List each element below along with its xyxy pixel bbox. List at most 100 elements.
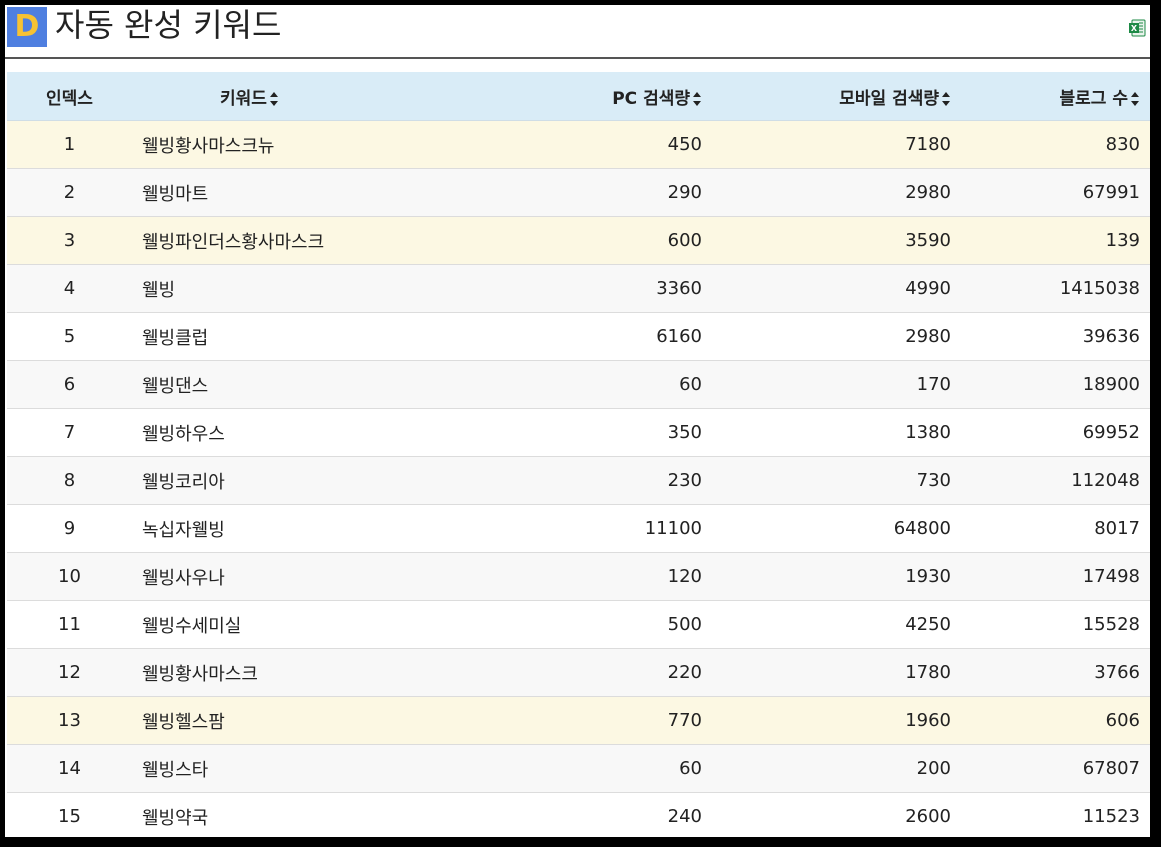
cell-blog-count: 67991 — [961, 168, 1150, 217]
table-row[interactable]: 10 웰빙사우나 120 1930 17498 — [7, 552, 1150, 601]
keyword-table: 인덱스 키워드 PC 검색량 모바일 검색량 블로그 수 1 웰빙황사마스크뉴 45… — [7, 72, 1150, 837]
table-row[interactable]: 7 웰빙하우스 350 1380 69952 — [7, 408, 1150, 457]
cell-index: 4 — [7, 264, 132, 313]
cell-index: 15 — [7, 792, 132, 837]
cell-blog-count: 17498 — [961, 552, 1150, 601]
cell-mobile-search: 2980 — [712, 168, 961, 217]
cell-index: 8 — [7, 456, 132, 505]
cell-index: 2 — [7, 168, 132, 217]
page-title: 자동 완성 키워드 — [55, 6, 282, 44]
column-header-keyword[interactable]: 키워드 — [132, 72, 367, 121]
cell-index: 1 — [7, 120, 132, 169]
cell-pc-search: 120 — [367, 552, 712, 601]
cell-blog-count: 139 — [961, 216, 1150, 265]
table-row[interactable]: 5 웰빙클럽 6160 2980 39636 — [7, 312, 1150, 361]
table-row[interactable]: 8 웰빙코리아 230 730 112048 — [7, 456, 1150, 505]
sort-icon[interactable] — [692, 91, 702, 107]
cell-mobile-search: 7180 — [712, 120, 961, 169]
cell-keyword: 웰빙하우스 — [132, 408, 367, 457]
cell-index: 3 — [7, 216, 132, 265]
cell-blog-count: 18900 — [961, 360, 1150, 409]
cell-index: 14 — [7, 744, 132, 793]
cell-blog-count: 830 — [961, 120, 1150, 169]
cell-pc-search: 11100 — [367, 504, 712, 553]
cell-blog-count: 1415038 — [961, 264, 1150, 313]
cell-blog-count: 67807 — [961, 744, 1150, 793]
cell-mobile-search: 3590 — [712, 216, 961, 265]
excel-icon[interactable]: X — [1128, 19, 1146, 37]
table-row[interactable]: 11 웰빙수세미실 500 4250 15528 — [7, 600, 1150, 649]
sort-icon[interactable] — [269, 91, 279, 107]
keyword-panel: D 자동 완성 키워드 X 인덱스 키워드 PC 검색량 모바일 검색량 블로그… — [5, 5, 1150, 837]
cell-keyword: 웰빙파인더스황사마스크 — [132, 216, 367, 265]
column-header-mobile-search[interactable]: 모바일 검색량 — [712, 72, 961, 121]
cell-mobile-search: 170 — [712, 360, 961, 409]
table-row[interactable]: 13 웰빙헬스팜 770 1960 606 — [7, 696, 1150, 745]
cell-mobile-search: 1960 — [712, 696, 961, 745]
cell-keyword: 녹십자웰빙 — [132, 504, 367, 553]
cell-blog-count: 69952 — [961, 408, 1150, 457]
table-row[interactable]: 12 웰빙황사마스크 220 1780 3766 — [7, 648, 1150, 697]
cell-keyword: 웰빙황사마스크뉴 — [132, 120, 367, 169]
cell-index: 10 — [7, 552, 132, 601]
cell-blog-count: 3766 — [961, 648, 1150, 697]
cell-mobile-search: 1380 — [712, 408, 961, 457]
cell-index: 9 — [7, 504, 132, 553]
cell-keyword: 웰빙사우나 — [132, 552, 367, 601]
table-row[interactable]: 4 웰빙 3360 4990 1415038 — [7, 264, 1150, 313]
cell-keyword: 웰빙댄스 — [132, 360, 367, 409]
table-row[interactable]: 15 웰빙약국 240 2600 11523 — [7, 792, 1150, 837]
cell-index: 6 — [7, 360, 132, 409]
cell-mobile-search: 2980 — [712, 312, 961, 361]
cell-pc-search: 290 — [367, 168, 712, 217]
panel-header: D 자동 완성 키워드 X — [5, 5, 1150, 59]
cell-mobile-search: 2600 — [712, 792, 961, 837]
cell-mobile-search: 200 — [712, 744, 961, 793]
cell-keyword: 웰빙수세미실 — [132, 600, 367, 649]
cell-index: 12 — [7, 648, 132, 697]
cell-blog-count: 39636 — [961, 312, 1150, 361]
cell-mobile-search: 64800 — [712, 504, 961, 553]
cell-keyword: 웰빙 — [132, 264, 367, 313]
cell-keyword: 웰빙마트 — [132, 168, 367, 217]
table-row[interactable]: 9 녹십자웰빙 11100 64800 8017 — [7, 504, 1150, 553]
column-header-blog-count[interactable]: 블로그 수 — [961, 72, 1150, 121]
cell-keyword: 웰빙클럽 — [132, 312, 367, 361]
cell-mobile-search: 1780 — [712, 648, 961, 697]
cell-pc-search: 350 — [367, 408, 712, 457]
cell-keyword: 웰빙약국 — [132, 792, 367, 837]
table-row[interactable]: 14 웰빙스타 60 200 67807 — [7, 744, 1150, 793]
cell-pc-search: 240 — [367, 792, 712, 837]
table-row[interactable]: 1 웰빙황사마스크뉴 450 7180 830 — [7, 120, 1150, 169]
cell-index: 7 — [7, 408, 132, 457]
svg-text:X: X — [1131, 24, 1138, 33]
cell-blog-count: 8017 — [961, 504, 1150, 553]
cell-mobile-search: 730 — [712, 456, 961, 505]
table-body: 1 웰빙황사마스크뉴 450 7180 830 2 웰빙마트 290 2980 67991 3 웰빙파… — [7, 120, 1150, 837]
table-header-row: 인덱스 키워드 PC 검색량 모바일 검색량 블로그 수 — [7, 72, 1150, 121]
sort-icon[interactable] — [941, 91, 951, 107]
cell-pc-search: 230 — [367, 456, 712, 505]
cell-mobile-search: 4990 — [712, 264, 961, 313]
column-header-index: 인덱스 — [7, 72, 132, 121]
cell-mobile-search: 1930 — [712, 552, 961, 601]
cell-pc-search: 500 — [367, 600, 712, 649]
cell-blog-count: 11523 — [961, 792, 1150, 837]
table-row[interactable]: 3 웰빙파인더스황사마스크 600 3590 139 — [7, 216, 1150, 265]
cell-pc-search: 220 — [367, 648, 712, 697]
cell-pc-search: 450 — [367, 120, 712, 169]
column-header-pc-search[interactable]: PC 검색량 — [367, 72, 712, 121]
app-logo: D — [7, 7, 47, 47]
cell-mobile-search: 4250 — [712, 600, 961, 649]
table-row[interactable]: 6 웰빙댄스 60 170 18900 — [7, 360, 1150, 409]
cell-blog-count: 15528 — [961, 600, 1150, 649]
cell-pc-search: 3360 — [367, 264, 712, 313]
cell-index: 13 — [7, 696, 132, 745]
table-row[interactable]: 2 웰빙마트 290 2980 67991 — [7, 168, 1150, 217]
cell-keyword: 웰빙황사마스크 — [132, 648, 367, 697]
sort-icon[interactable] — [1130, 91, 1140, 107]
cell-index: 11 — [7, 600, 132, 649]
cell-blog-count: 606 — [961, 696, 1150, 745]
cell-pc-search: 60 — [367, 744, 712, 793]
cell-index: 5 — [7, 312, 132, 361]
